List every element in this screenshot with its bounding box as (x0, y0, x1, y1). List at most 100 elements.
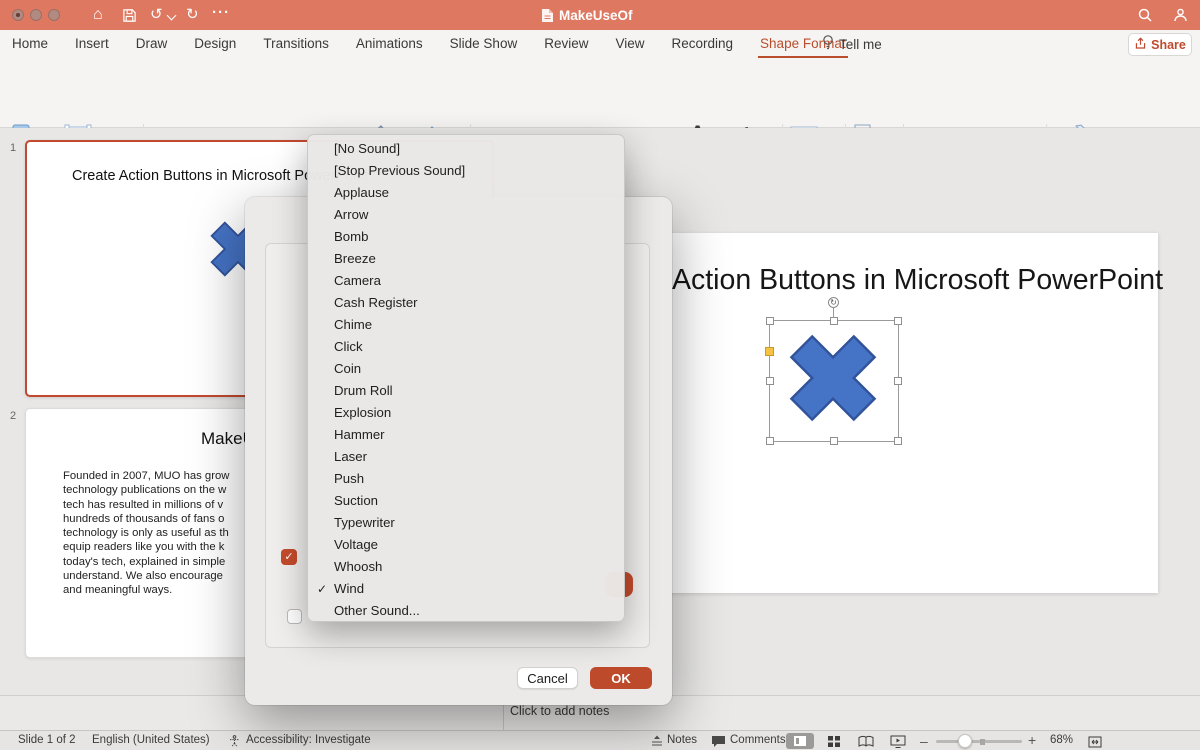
account-icon[interactable] (1172, 7, 1189, 28)
menu-item[interactable]: ✓ Click (308, 336, 624, 358)
menu-item[interactable]: ✓ Whoosh (308, 556, 624, 578)
menu-item[interactable]: ✓ Suction (308, 490, 624, 512)
menu-item-label: Bomb (334, 229, 368, 244)
menu-item-label: Hammer (334, 427, 385, 442)
resize-handle-s[interactable] (830, 437, 838, 445)
accessibility-status[interactable]: Accessibility: Investigate (246, 734, 371, 746)
menu-item[interactable]: ✓ Push (308, 468, 624, 490)
ribbon-tab[interactable]: Transitions (263, 30, 329, 58)
menu-item[interactable]: ✓ Breeze (308, 248, 624, 270)
menu-item-label: Typewriter (334, 515, 395, 530)
resize-handle-n[interactable] (830, 317, 838, 325)
document-title: MakeUseOf (559, 8, 633, 23)
home-icon[interactable]: ⌂ (93, 7, 103, 22)
tell-me-label: Tell me (839, 37, 882, 52)
menu-item-label: Laser (334, 449, 367, 464)
reading-view-button[interactable] (858, 735, 874, 750)
close-window-icon[interactable] (12, 9, 24, 21)
notes-placeholder[interactable]: Click to add notes (510, 704, 609, 718)
menu-item-label: Voltage (334, 537, 378, 552)
comments-icon (711, 735, 726, 750)
ribbon-tab[interactable]: Animations (356, 30, 423, 58)
resize-handle-sw[interactable] (766, 437, 774, 445)
menu-item[interactable]: ✓ Arrow (308, 204, 624, 226)
title-bar: ⌂ ↺ ↻ ··· MakeUseOf (0, 0, 1200, 30)
fit-to-window-button[interactable] (1088, 735, 1102, 750)
rotation-handle-stem (833, 308, 834, 318)
search-icon[interactable] (1137, 7, 1153, 28)
save-icon[interactable] (122, 8, 137, 28)
ribbon-tab[interactable]: Review (544, 30, 588, 58)
slide-sorter-view-button[interactable] (828, 736, 840, 750)
resize-handle-ne[interactable] (894, 317, 902, 325)
ribbon-tab[interactable]: Recording (672, 30, 734, 58)
menu-item[interactable]: ✓ Applause (308, 182, 624, 204)
menu-item[interactable]: ✓ Explosion (308, 402, 624, 424)
menu-item[interactable]: ✓ Typewriter (308, 512, 624, 534)
undo-chevron-icon[interactable] (167, 11, 177, 21)
ribbon-tab[interactable]: Draw (136, 30, 168, 58)
tab-tell-me[interactable]: Tell me (822, 30, 882, 58)
menu-item[interactable]: ✓ Wind (308, 578, 624, 600)
ribbon-tabs: Home Insert Draw Design Transitions Animation… (12, 30, 846, 58)
menu-item[interactable]: ✓ Camera (308, 270, 624, 292)
menu-item[interactable]: ✓ Bomb (308, 226, 624, 248)
resize-handle-w[interactable] (766, 377, 774, 385)
menu-item-label: Whoosh (334, 559, 382, 574)
accessibility-icon (228, 735, 241, 750)
status-bar: Slide 1 of 2 English (United States) Acc… (0, 730, 1200, 750)
ok-button[interactable]: OK (590, 667, 652, 689)
highlight-click-checkbox[interactable] (287, 609, 302, 624)
menu-item[interactable]: ✓ Cash Register (308, 292, 624, 314)
resize-handle-se[interactable] (894, 437, 902, 445)
ribbon-tab[interactable]: Design (194, 30, 236, 58)
menu-item-label: Cash Register (334, 295, 418, 310)
zoom-slider-track[interactable] (936, 740, 1022, 743)
zoom-in-button[interactable]: + (1028, 732, 1036, 748)
play-sound-menu: ✓ [No Sound] ✓ [Stop Previous Sound] ✓ A… (307, 134, 625, 622)
slide-title-text[interactable]: Action Buttons in Microsoft PowerPoint (672, 264, 1163, 297)
zoom-window-icon[interactable] (48, 9, 60, 21)
zoom-out-button[interactable]: – (920, 733, 928, 749)
lightbulb-icon (822, 34, 834, 54)
minimize-window-icon[interactable] (30, 9, 42, 21)
menu-item-label: Suction (334, 493, 378, 508)
language-indicator[interactable]: English (United States) (92, 734, 210, 746)
ribbon-tab-row: Home Insert Draw Design Transitions Animation… (0, 30, 1200, 58)
ribbon-tab[interactable]: Home (12, 30, 48, 58)
menu-item[interactable]: ✓ Other Sound... (308, 600, 624, 622)
menu-item[interactable]: ✓ Coin (308, 358, 624, 380)
menu-item[interactable]: ✓ [No Sound] (308, 138, 624, 160)
menu-item[interactable]: ✓ Chime (308, 314, 624, 336)
zoom-level[interactable]: 68% (1050, 734, 1073, 746)
comments-toggle[interactable]: Comments (730, 734, 786, 746)
selected-x-shape[interactable] (784, 329, 882, 432)
ribbon-tab[interactable]: Insert (75, 30, 109, 58)
menu-item[interactable]: ✓ Laser (308, 446, 624, 468)
slideshow-view-button[interactable] (890, 735, 906, 750)
share-icon (1134, 37, 1147, 53)
menu-item[interactable]: ✓ Drum Roll (308, 380, 624, 402)
resize-handle-nw[interactable] (766, 317, 774, 325)
menu-item[interactable]: ✓ Voltage (308, 534, 624, 556)
ribbon-tab[interactable]: Slide Show (450, 30, 518, 58)
resize-handle-e[interactable] (894, 377, 902, 385)
rotation-handle[interactable]: ↻ (828, 297, 839, 308)
more-commands-icon[interactable]: ··· (212, 5, 230, 20)
zoom-slider-knob[interactable] (958, 734, 972, 748)
adjust-handle[interactable] (765, 347, 774, 356)
notes-toggle[interactable]: Notes (667, 734, 697, 746)
menu-item-label: Click (334, 339, 363, 354)
ribbon-tab[interactable]: View (615, 30, 644, 58)
redo-icon[interactable]: ↻ (186, 7, 199, 22)
cancel-button[interactable]: Cancel (517, 667, 578, 689)
notes-icon (650, 735, 664, 750)
menu-item[interactable]: ✓ [Stop Previous Sound] (308, 160, 624, 182)
share-button[interactable]: Share (1128, 33, 1192, 56)
powerpoint-window: ⌂ ↺ ↻ ··· MakeUseOf Home Insert Draw Design… (0, 0, 1200, 750)
menu-item[interactable]: ✓ Hammer (308, 424, 624, 446)
shape-selection-box[interactable]: ↻ (769, 320, 899, 442)
undo-icon[interactable]: ↺ (150, 7, 163, 22)
normal-view-button[interactable] (786, 733, 814, 749)
play-sound-checkbox-checked[interactable]: ✓ (281, 549, 297, 565)
